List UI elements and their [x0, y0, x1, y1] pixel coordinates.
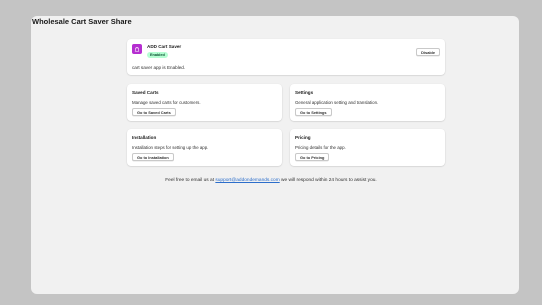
installation-title: Installation	[132, 135, 157, 140]
app-bag-icon	[132, 44, 142, 54]
support-email-link[interactable]: support@addondemands.com	[215, 178, 279, 183]
page-title: Wholesale Cart Saver Share	[32, 17, 132, 26]
settings-title: Settings	[295, 90, 314, 95]
saved-carts-title: Saved Carts	[132, 90, 159, 95]
pricing-description: Pricing details for the app.	[295, 145, 346, 150]
pricing-title: Pricing	[295, 135, 311, 140]
footer-suffix: we will respond within 24 hours to assis…	[279, 178, 377, 183]
go-to-settings-button[interactable]: Go to Settings	[295, 108, 332, 116]
support-footer: Feel free to email us at support@addonde…	[0, 178, 542, 183]
installation-description: Installation steps for setting up the ap…	[132, 145, 209, 150]
app-status-text: cart saver app is Enabled.	[132, 65, 186, 70]
saved-carts-description: Manage saved carts for customers.	[132, 100, 201, 105]
installation-card: Installation Installation steps for sett…	[127, 129, 282, 166]
go-to-installation-button[interactable]: Go to Installation	[132, 153, 174, 161]
disable-button[interactable]: Disable	[416, 48, 440, 56]
go-to-pricing-button[interactable]: Go to Pricing	[295, 153, 330, 161]
footer-prefix: Feel free to email us at	[165, 178, 216, 183]
settings-card: Settings General application setting and…	[290, 84, 445, 121]
settings-description: General application setting and translat…	[295, 100, 379, 105]
status-badge: Enabled	[147, 52, 168, 58]
go-to-saved-carts-button[interactable]: Go to Saved Carts	[132, 108, 176, 116]
saved-carts-card: Saved Carts Manage saved carts for custo…	[127, 84, 282, 121]
app-status-card: ADD Cart Saver Enabled cart saver app is…	[127, 39, 445, 75]
app-name: ADD Cart Saver	[147, 44, 182, 49]
pricing-card: Pricing Pricing details for the app. Go …	[290, 129, 445, 166]
